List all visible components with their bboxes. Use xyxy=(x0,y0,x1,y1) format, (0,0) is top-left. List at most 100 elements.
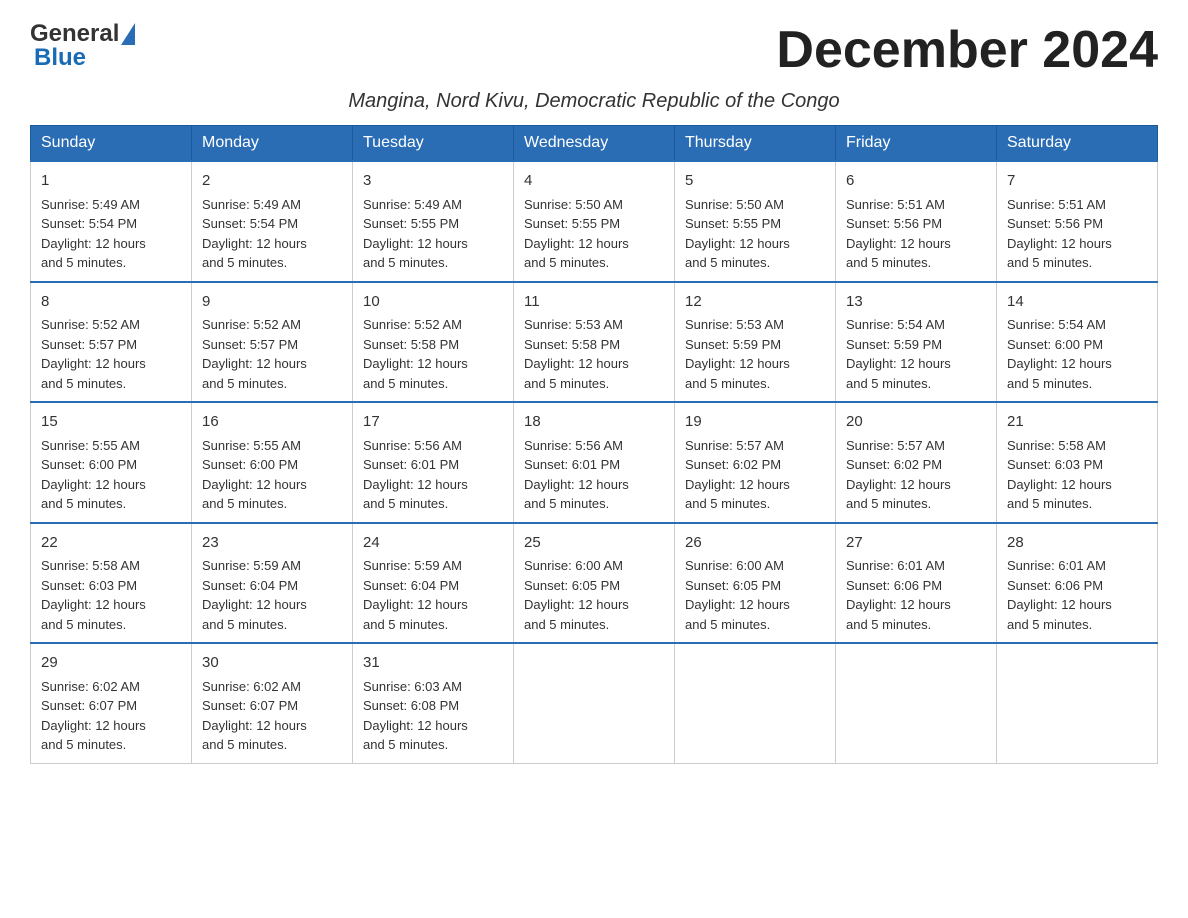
day-info: Sunrise: 5:54 AMSunset: 5:59 PMDaylight:… xyxy=(846,315,986,393)
logo: General Blue xyxy=(30,20,135,72)
day-number: 28 xyxy=(1007,532,1147,555)
calendar-cell: 18Sunrise: 5:56 AMSunset: 6:01 PMDayligh… xyxy=(514,402,675,523)
day-number: 17 xyxy=(363,411,503,434)
calendar-week-row: 15Sunrise: 5:55 AMSunset: 6:00 PMDayligh… xyxy=(31,402,1158,523)
calendar-cell: 23Sunrise: 5:59 AMSunset: 6:04 PMDayligh… xyxy=(192,523,353,644)
day-number: 31 xyxy=(363,652,503,675)
calendar-cell: 31Sunrise: 6:03 AMSunset: 6:08 PMDayligh… xyxy=(353,643,514,763)
day-info: Sunrise: 5:57 AMSunset: 6:02 PMDaylight:… xyxy=(685,436,825,514)
day-number: 6 xyxy=(846,170,986,193)
day-info: Sunrise: 6:03 AMSunset: 6:08 PMDaylight:… xyxy=(363,677,503,755)
calendar-cell: 3Sunrise: 5:49 AMSunset: 5:55 PMDaylight… xyxy=(353,161,514,282)
calendar-cell: 28Sunrise: 6:01 AMSunset: 6:06 PMDayligh… xyxy=(997,523,1158,644)
day-number: 4 xyxy=(524,170,664,193)
calendar-cell: 5Sunrise: 5:50 AMSunset: 5:55 PMDaylight… xyxy=(675,161,836,282)
day-info: Sunrise: 5:55 AMSunset: 6:00 PMDaylight:… xyxy=(41,436,181,514)
day-number: 16 xyxy=(202,411,342,434)
day-info: Sunrise: 6:01 AMSunset: 6:06 PMDaylight:… xyxy=(846,556,986,634)
day-number: 29 xyxy=(41,652,181,675)
day-number: 22 xyxy=(41,532,181,555)
day-info: Sunrise: 6:01 AMSunset: 6:06 PMDaylight:… xyxy=(1007,556,1147,634)
day-number: 1 xyxy=(41,170,181,193)
calendar-cell: 24Sunrise: 5:59 AMSunset: 6:04 PMDayligh… xyxy=(353,523,514,644)
calendar-cell: 4Sunrise: 5:50 AMSunset: 5:55 PMDaylight… xyxy=(514,161,675,282)
calendar-cell: 29Sunrise: 6:02 AMSunset: 6:07 PMDayligh… xyxy=(31,643,192,763)
day-number: 27 xyxy=(846,532,986,555)
calendar-cell: 11Sunrise: 5:53 AMSunset: 5:58 PMDayligh… xyxy=(514,282,675,403)
day-info: Sunrise: 5:53 AMSunset: 5:58 PMDaylight:… xyxy=(524,315,664,393)
day-info: Sunrise: 5:49 AMSunset: 5:54 PMDaylight:… xyxy=(202,195,342,273)
day-info: Sunrise: 5:51 AMSunset: 5:56 PMDaylight:… xyxy=(846,195,986,273)
day-number: 14 xyxy=(1007,291,1147,314)
day-number: 3 xyxy=(363,170,503,193)
page-header: General Blue December 2024 xyxy=(30,20,1158,80)
calendar-cell xyxy=(514,643,675,763)
day-info: Sunrise: 5:53 AMSunset: 5:59 PMDaylight:… xyxy=(685,315,825,393)
day-info: Sunrise: 5:52 AMSunset: 5:58 PMDaylight:… xyxy=(363,315,503,393)
day-info: Sunrise: 5:49 AMSunset: 5:54 PMDaylight:… xyxy=(41,195,181,273)
day-info: Sunrise: 5:59 AMSunset: 6:04 PMDaylight:… xyxy=(202,556,342,634)
month-title: December 2024 xyxy=(776,20,1158,80)
calendar-cell: 12Sunrise: 5:53 AMSunset: 5:59 PMDayligh… xyxy=(675,282,836,403)
calendar-cell: 19Sunrise: 5:57 AMSunset: 6:02 PMDayligh… xyxy=(675,402,836,523)
day-info: Sunrise: 5:58 AMSunset: 6:03 PMDaylight:… xyxy=(1007,436,1147,514)
calendar-cell: 30Sunrise: 6:02 AMSunset: 6:07 PMDayligh… xyxy=(192,643,353,763)
weekday-header-saturday: Saturday xyxy=(997,126,1158,162)
location-subtitle: Mangina, Nord Kivu, Democratic Republic … xyxy=(30,90,1158,113)
calendar-cell xyxy=(675,643,836,763)
weekday-header-wednesday: Wednesday xyxy=(514,126,675,162)
calendar-cell xyxy=(997,643,1158,763)
calendar-cell: 6Sunrise: 5:51 AMSunset: 5:56 PMDaylight… xyxy=(836,161,997,282)
day-number: 21 xyxy=(1007,411,1147,434)
day-info: Sunrise: 6:00 AMSunset: 6:05 PMDaylight:… xyxy=(524,556,664,634)
day-number: 19 xyxy=(685,411,825,434)
day-number: 23 xyxy=(202,532,342,555)
day-number: 5 xyxy=(685,170,825,193)
day-info: Sunrise: 6:02 AMSunset: 6:07 PMDaylight:… xyxy=(41,677,181,755)
calendar-cell: 26Sunrise: 6:00 AMSunset: 6:05 PMDayligh… xyxy=(675,523,836,644)
day-info: Sunrise: 5:51 AMSunset: 5:56 PMDaylight:… xyxy=(1007,195,1147,273)
calendar-cell: 27Sunrise: 6:01 AMSunset: 6:06 PMDayligh… xyxy=(836,523,997,644)
day-number: 2 xyxy=(202,170,342,193)
calendar-header: SundayMondayTuesdayWednesdayThursdayFrid… xyxy=(31,126,1158,162)
calendar-cell: 15Sunrise: 5:55 AMSunset: 6:00 PMDayligh… xyxy=(31,402,192,523)
calendar-cell: 7Sunrise: 5:51 AMSunset: 5:56 PMDaylight… xyxy=(997,161,1158,282)
calendar-week-row: 22Sunrise: 5:58 AMSunset: 6:03 PMDayligh… xyxy=(31,523,1158,644)
day-number: 24 xyxy=(363,532,503,555)
calendar-cell: 2Sunrise: 5:49 AMSunset: 5:54 PMDaylight… xyxy=(192,161,353,282)
day-info: Sunrise: 5:50 AMSunset: 5:55 PMDaylight:… xyxy=(524,195,664,273)
calendar-cell xyxy=(836,643,997,763)
calendar-cell: 14Sunrise: 5:54 AMSunset: 6:00 PMDayligh… xyxy=(997,282,1158,403)
day-number: 9 xyxy=(202,291,342,314)
weekday-header-friday: Friday xyxy=(836,126,997,162)
day-number: 12 xyxy=(685,291,825,314)
day-info: Sunrise: 5:59 AMSunset: 6:04 PMDaylight:… xyxy=(363,556,503,634)
day-info: Sunrise: 6:00 AMSunset: 6:05 PMDaylight:… xyxy=(685,556,825,634)
day-info: Sunrise: 5:50 AMSunset: 5:55 PMDaylight:… xyxy=(685,195,825,273)
calendar-cell: 17Sunrise: 5:56 AMSunset: 6:01 PMDayligh… xyxy=(353,402,514,523)
weekday-header-row: SundayMondayTuesdayWednesdayThursdayFrid… xyxy=(31,126,1158,162)
day-number: 13 xyxy=(846,291,986,314)
day-number: 26 xyxy=(685,532,825,555)
calendar-cell: 1Sunrise: 5:49 AMSunset: 5:54 PMDaylight… xyxy=(31,161,192,282)
calendar-body: 1Sunrise: 5:49 AMSunset: 5:54 PMDaylight… xyxy=(31,161,1158,763)
weekday-header-monday: Monday xyxy=(192,126,353,162)
logo-triangle-icon xyxy=(121,23,135,45)
calendar-table: SundayMondayTuesdayWednesdayThursdayFrid… xyxy=(30,125,1158,764)
day-number: 15 xyxy=(41,411,181,434)
day-info: Sunrise: 5:54 AMSunset: 6:00 PMDaylight:… xyxy=(1007,315,1147,393)
logo-blue-text: Blue xyxy=(30,44,86,72)
day-number: 10 xyxy=(363,291,503,314)
day-info: Sunrise: 5:55 AMSunset: 6:00 PMDaylight:… xyxy=(202,436,342,514)
calendar-cell: 9Sunrise: 5:52 AMSunset: 5:57 PMDaylight… xyxy=(192,282,353,403)
calendar-cell: 13Sunrise: 5:54 AMSunset: 5:59 PMDayligh… xyxy=(836,282,997,403)
day-info: Sunrise: 6:02 AMSunset: 6:07 PMDaylight:… xyxy=(202,677,342,755)
weekday-header-sunday: Sunday xyxy=(31,126,192,162)
weekday-header-tuesday: Tuesday xyxy=(353,126,514,162)
day-number: 11 xyxy=(524,291,664,314)
day-info: Sunrise: 5:56 AMSunset: 6:01 PMDaylight:… xyxy=(363,436,503,514)
calendar-cell: 21Sunrise: 5:58 AMSunset: 6:03 PMDayligh… xyxy=(997,402,1158,523)
calendar-week-row: 29Sunrise: 6:02 AMSunset: 6:07 PMDayligh… xyxy=(31,643,1158,763)
calendar-cell: 22Sunrise: 5:58 AMSunset: 6:03 PMDayligh… xyxy=(31,523,192,644)
day-info: Sunrise: 5:57 AMSunset: 6:02 PMDaylight:… xyxy=(846,436,986,514)
